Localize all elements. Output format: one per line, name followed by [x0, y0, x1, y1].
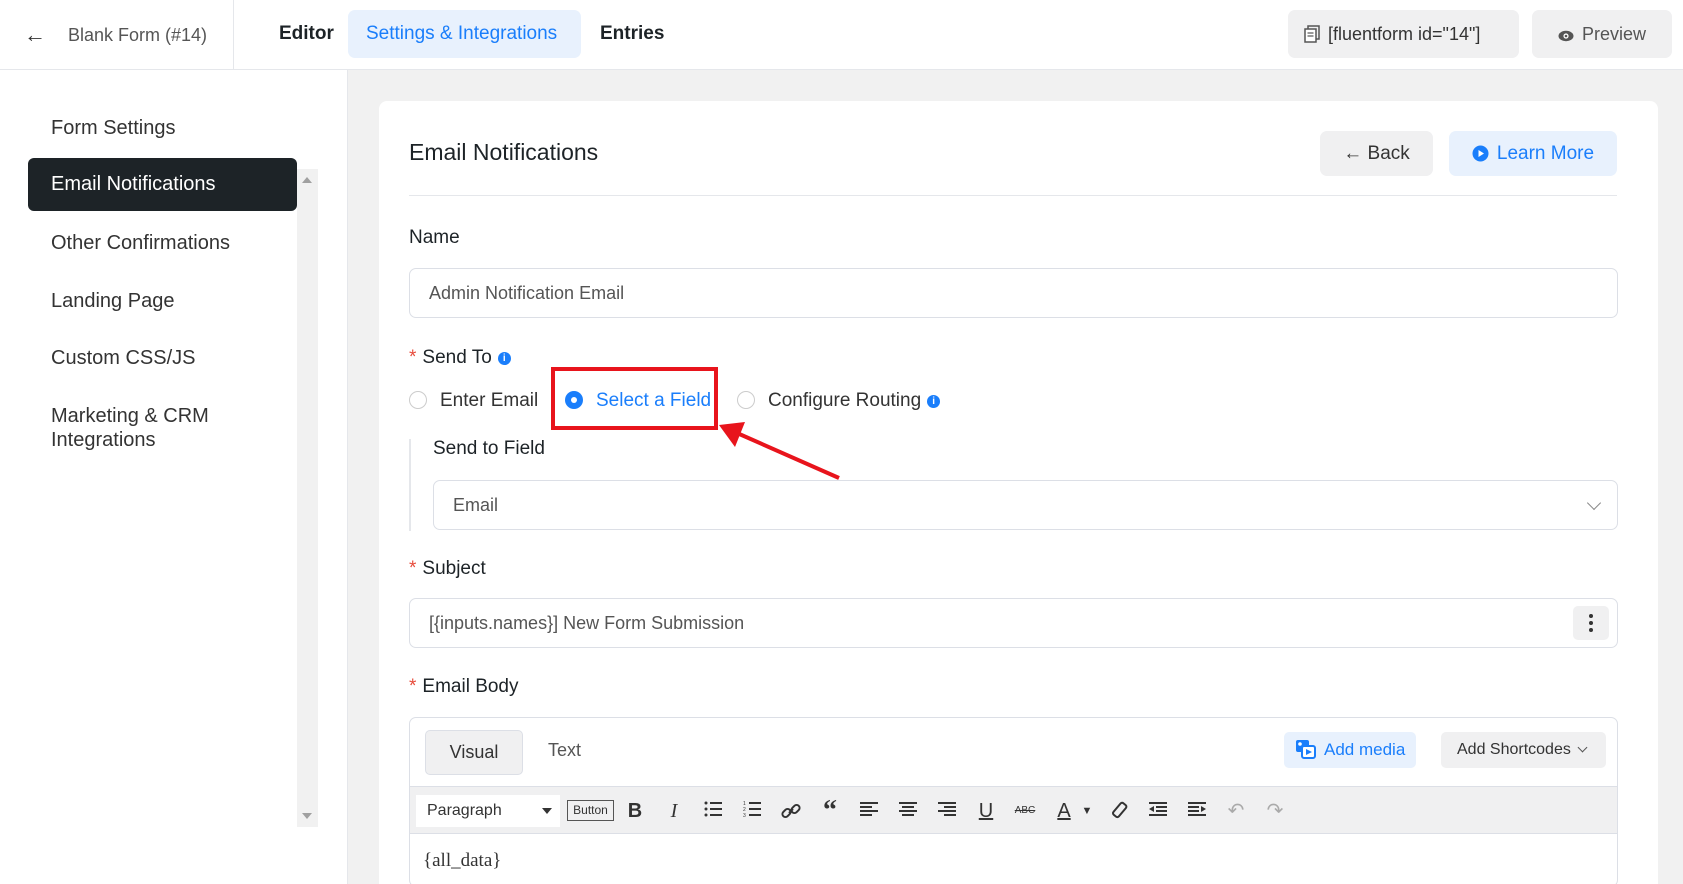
email-body-editor: Visual Text Add media Add Shortcodes Par… — [409, 717, 1618, 884]
name-input[interactable]: Admin Notification Email — [409, 268, 1618, 318]
redo-icon[interactable]: ↷ — [1262, 799, 1288, 823]
media-icon — [1296, 740, 1316, 759]
tab-editor[interactable]: Editor — [261, 10, 352, 58]
copy-icon — [1304, 25, 1320, 43]
italic-icon[interactable]: I — [661, 799, 687, 823]
clear-formatting-icon[interactable] — [1106, 799, 1132, 823]
sidebar-item-form-settings[interactable]: Form Settings — [28, 116, 297, 140]
sidebar-item-email-notifications[interactable]: Email Notifications — [28, 158, 297, 211]
conditional-indent-bar — [409, 439, 411, 531]
learn-more-label: Learn More — [1496, 143, 1595, 164]
send-to-label: * Send To i — [409, 347, 511, 369]
info-icon[interactable]: i — [497, 352, 511, 365]
radio-enter-email[interactable]: Enter Email — [409, 389, 538, 413]
annotation-highlight-box — [551, 367, 718, 430]
numbered-list-icon[interactable]: 123 — [739, 799, 765, 823]
blockquote-icon[interactable]: “ — [817, 797, 843, 825]
shortcode-copy-button[interactable]: [fluentform id="14"] — [1288, 10, 1519, 58]
radio-label: Configure Routing — [768, 390, 922, 411]
radio-configure-routing[interactable]: Configure Routing i — [737, 389, 941, 413]
subject-input[interactable]: [{inputs.names}] New Form Submission — [409, 598, 1618, 648]
send-to-text: Send To — [422, 347, 492, 368]
link-icon[interactable] — [778, 799, 804, 823]
required-asterisk: * — [409, 347, 417, 368]
annotation-arrow-icon — [719, 422, 840, 480]
subject-value: [{inputs.names}] New Form Submission — [429, 613, 745, 633]
send-to-field-select[interactable]: Email — [433, 480, 1618, 530]
undo-icon[interactable]: ↶ — [1223, 799, 1249, 823]
outdent-icon[interactable] — [1145, 799, 1171, 823]
subject-label: * Subject — [409, 558, 486, 580]
scroll-down-icon[interactable] — [302, 813, 312, 819]
align-right-icon[interactable] — [934, 799, 960, 823]
insert-button-tool[interactable]: Button — [567, 800, 614, 821]
send-to-field-value: Email — [453, 495, 499, 515]
svg-text:3: 3 — [743, 813, 746, 817]
back-label: Back — [1367, 143, 1410, 164]
add-shortcodes-button[interactable]: Add Shortcodes — [1441, 732, 1606, 768]
tab-text[interactable]: Text — [548, 740, 581, 761]
preview-label: Preview — [1582, 24, 1647, 44]
preview-button[interactable]: Preview — [1532, 10, 1672, 58]
email-body-text: Email Body — [422, 676, 519, 697]
bold-icon[interactable]: B — [622, 799, 648, 823]
editor-content[interactable]: {all_data} — [423, 850, 501, 872]
name-label: Name — [409, 227, 460, 248]
sidebar-item-other-confirmations[interactable]: Other Confirmations — [28, 231, 297, 255]
add-media-label: Add media — [1324, 740, 1406, 759]
align-left-icon[interactable] — [856, 799, 882, 823]
indent-icon[interactable] — [1184, 799, 1210, 823]
shortcode-text: [fluentform id="14"] — [1328, 24, 1481, 44]
text-color-dropdown-icon[interactable]: ▼ — [1074, 799, 1100, 823]
add-shortcodes-label: Add Shortcodes — [1457, 741, 1571, 758]
sidebar-item-custom-css-js[interactable]: Custom CSS/JS — [28, 346, 297, 370]
strikethrough-icon[interactable]: ABC — [1012, 799, 1038, 823]
back-button[interactable]: ← Back — [1320, 131, 1433, 176]
subject-text: Subject — [422, 558, 486, 579]
sidebar-item-marketing-crm[interactable]: Marketing & CRM Integrations — [28, 404, 258, 452]
radio-circle[interactable] — [409, 391, 427, 409]
bullet-list-icon[interactable] — [700, 799, 726, 823]
format-select[interactable]: Paragraph — [416, 795, 560, 827]
back-arrow-icon[interactable]: ← — [24, 22, 46, 48]
form-title: Blank Form (#14) — [68, 25, 208, 45]
required-asterisk: * — [409, 558, 417, 579]
sidebar-scrollbar[interactable] — [297, 169, 318, 827]
chevron-down-icon — [1577, 742, 1588, 753]
radio-label: Enter Email — [440, 390, 539, 411]
scroll-up-icon[interactable] — [302, 177, 312, 183]
page-title: Email Notifications — [409, 139, 599, 165]
play-circle-icon — [1472, 145, 1489, 162]
editor-toolbar: Paragraph Button B I 123 “ U ABC A ▼ ↶ ↷ — [410, 786, 1617, 834]
learn-more-button[interactable]: Learn More — [1449, 131, 1617, 176]
send-to-field-label: Send to Field — [433, 438, 545, 459]
underline-icon[interactable]: U — [973, 799, 999, 823]
eye-icon — [1558, 30, 1574, 42]
top-bar: ← Blank Form (#14) Editor Settings & Int… — [0, 0, 1683, 70]
tab-entries[interactable]: Entries — [582, 10, 682, 58]
add-media-button[interactable]: Add media — [1284, 732, 1416, 768]
email-body-label: * Email Body — [409, 676, 519, 698]
info-icon[interactable]: i — [927, 395, 941, 408]
sidebar-item-landing-page[interactable]: Landing Page — [28, 289, 297, 313]
tab-settings-integrations[interactable]: Settings & Integrations — [348, 10, 581, 58]
top-divider — [233, 0, 234, 70]
required-asterisk: * — [409, 676, 417, 697]
radio-circle[interactable] — [737, 391, 755, 409]
align-center-icon[interactable] — [895, 799, 921, 823]
chevron-down-icon — [1586, 495, 1602, 511]
tab-visual[interactable]: Visual — [425, 730, 523, 775]
header-divider — [409, 195, 1617, 196]
more-options-icon[interactable] — [1573, 606, 1609, 640]
settings-sidebar: Form Settings Email Notifications Other … — [0, 70, 348, 884]
